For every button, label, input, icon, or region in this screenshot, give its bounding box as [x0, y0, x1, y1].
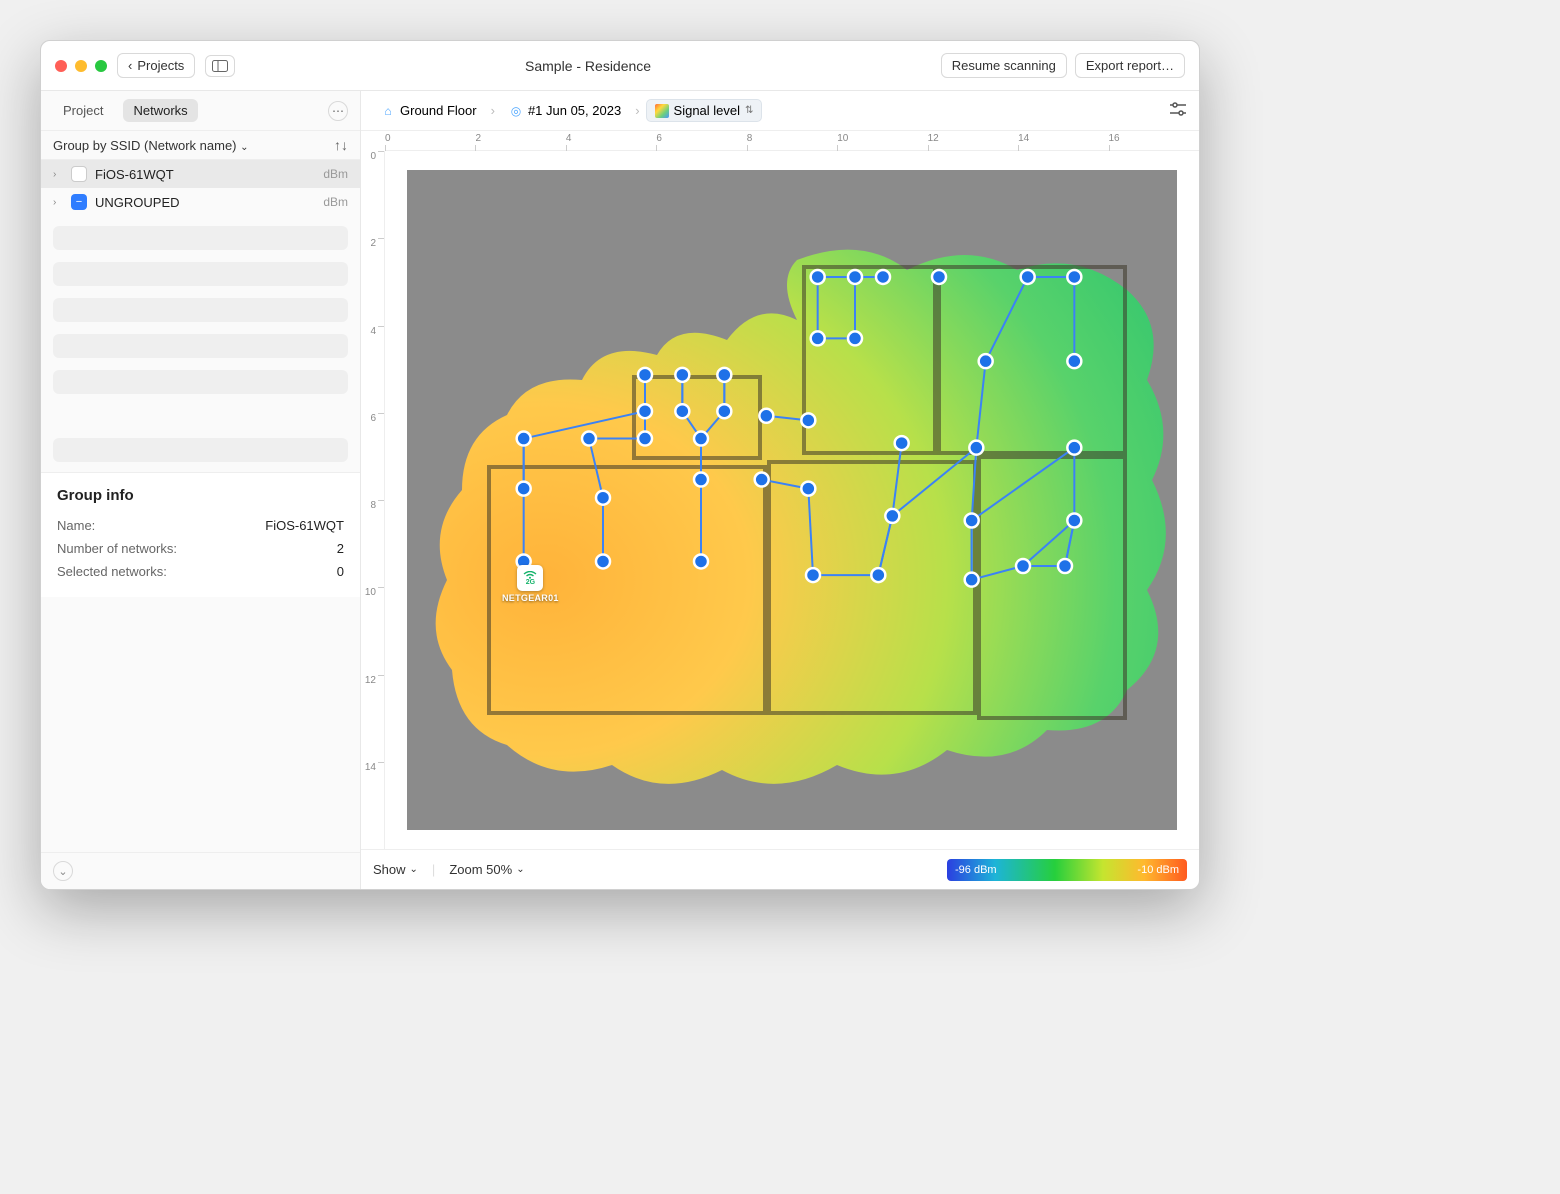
group-info-heading: Group info [57, 487, 344, 504]
zoom-dropdown[interactable]: Zoom 50% ⌄ [449, 862, 524, 877]
chevron-down-icon: ⌄ [240, 142, 248, 153]
titlebar: ‹ Projects Sample - Residence Resume sca… [41, 41, 1199, 91]
wifi-icon: 2G [517, 565, 543, 591]
breadcrumb-survey[interactable]: ◎ #1 Jun 05, 2023 [501, 100, 629, 121]
chevron-left-icon: ‹ [128, 58, 132, 73]
collapse-sidebar-icon[interactable]: ⌄ [53, 861, 73, 881]
show-dropdown[interactable]: Show ⌄ [373, 862, 418, 877]
chevron-down-icon: ⌄ [410, 864, 418, 875]
window-title: Sample - Residence [245, 58, 930, 74]
floorplan-heatmap[interactable]: 2G NETGEAR01 [407, 170, 1177, 830]
ruler-horizontal [385, 131, 1199, 151]
breadcrumb-toolbar: ⌂ Ground Floor › ◎ #1 Jun 05, 2023 › Sig… [361, 91, 1199, 131]
network-unit: dBm [323, 195, 348, 209]
back-projects-button[interactable]: ‹ Projects [117, 53, 195, 78]
network-name: UNGROUPED [95, 195, 315, 210]
group-info-panel: Group info Name:FiOS-61WQT Number of net… [41, 472, 360, 597]
network-item-fios[interactable]: › FiOS-61WQT dBm [41, 160, 360, 188]
sidebar: Project Networks ⋯ Group by SSID (Networ… [41, 91, 361, 889]
network-list: › FiOS-61WQT dBm › − UNGROUPED dBm [41, 160, 360, 216]
export-report-button[interactable]: Export report… [1075, 53, 1185, 78]
main-area: ⌂ Ground Floor › ◎ #1 Jun 05, 2023 › Sig… [361, 91, 1199, 889]
disclosure-icon[interactable]: › [53, 169, 63, 180]
chevron-right-icon: › [491, 103, 495, 118]
chevron-down-icon: ⌄ [516, 864, 524, 875]
settings-sliders-icon[interactable] [1169, 102, 1187, 119]
disclosure-icon[interactable]: › [53, 197, 63, 208]
updown-icon: ⇅ [745, 105, 753, 116]
placeholder-rows [41, 216, 360, 472]
color-swatch[interactable]: − [71, 194, 87, 210]
heatmap-icon [655, 104, 669, 118]
visualization-dropdown[interactable]: Signal level ⇅ [646, 99, 763, 122]
network-name: FiOS-61WQT [95, 167, 315, 182]
sidebar-icon [212, 60, 228, 72]
target-icon: ◎ [509, 104, 523, 118]
resume-scanning-button[interactable]: Resume scanning [941, 53, 1067, 78]
canvas-viewport[interactable]: 02468101214 [361, 131, 1199, 849]
back-label: Projects [137, 58, 184, 73]
network-item-ungrouped[interactable]: › − UNGROUPED dBm [41, 188, 360, 216]
close-icon[interactable] [55, 60, 67, 72]
survey-path [407, 170, 1177, 830]
more-actions-icon[interactable]: ⋯ [328, 101, 348, 121]
color-swatch[interactable] [71, 166, 87, 182]
network-unit: dBm [323, 167, 348, 181]
bottom-bar: Show ⌄ | Zoom 50% ⌄ -96 dBm -10 dBm [361, 849, 1199, 889]
fullscreen-icon[interactable] [95, 60, 107, 72]
ruler-vertical: 02468101214 [361, 151, 385, 849]
group-by-dropdown[interactable]: Group by SSID (Network name) ⌄ [53, 138, 334, 153]
tab-networks[interactable]: Networks [123, 99, 197, 122]
sidebar-toggle-button[interactable] [205, 55, 235, 77]
legend-max: -10 dBm [1137, 864, 1179, 876]
tab-project[interactable]: Project [53, 99, 113, 122]
sidebar-tabs: Project Networks ⋯ [41, 91, 360, 130]
window-controls [55, 60, 107, 72]
ap-label: NETGEAR01 [502, 593, 559, 603]
breadcrumb-floor[interactable]: ⌂ Ground Floor [373, 100, 485, 121]
house-icon: ⌂ [381, 104, 395, 118]
chevron-right-icon: › [635, 103, 639, 118]
legend-min: -96 dBm [955, 864, 997, 876]
minimize-icon[interactable] [75, 60, 87, 72]
color-scale-legend: -96 dBm -10 dBm [947, 859, 1187, 881]
access-point-marker[interactable]: 2G NETGEAR01 [502, 565, 559, 603]
sort-toggle-icon[interactable]: ↑↓ [334, 137, 348, 153]
app-window: ‹ Projects Sample - Residence Resume sca… [40, 40, 1200, 890]
